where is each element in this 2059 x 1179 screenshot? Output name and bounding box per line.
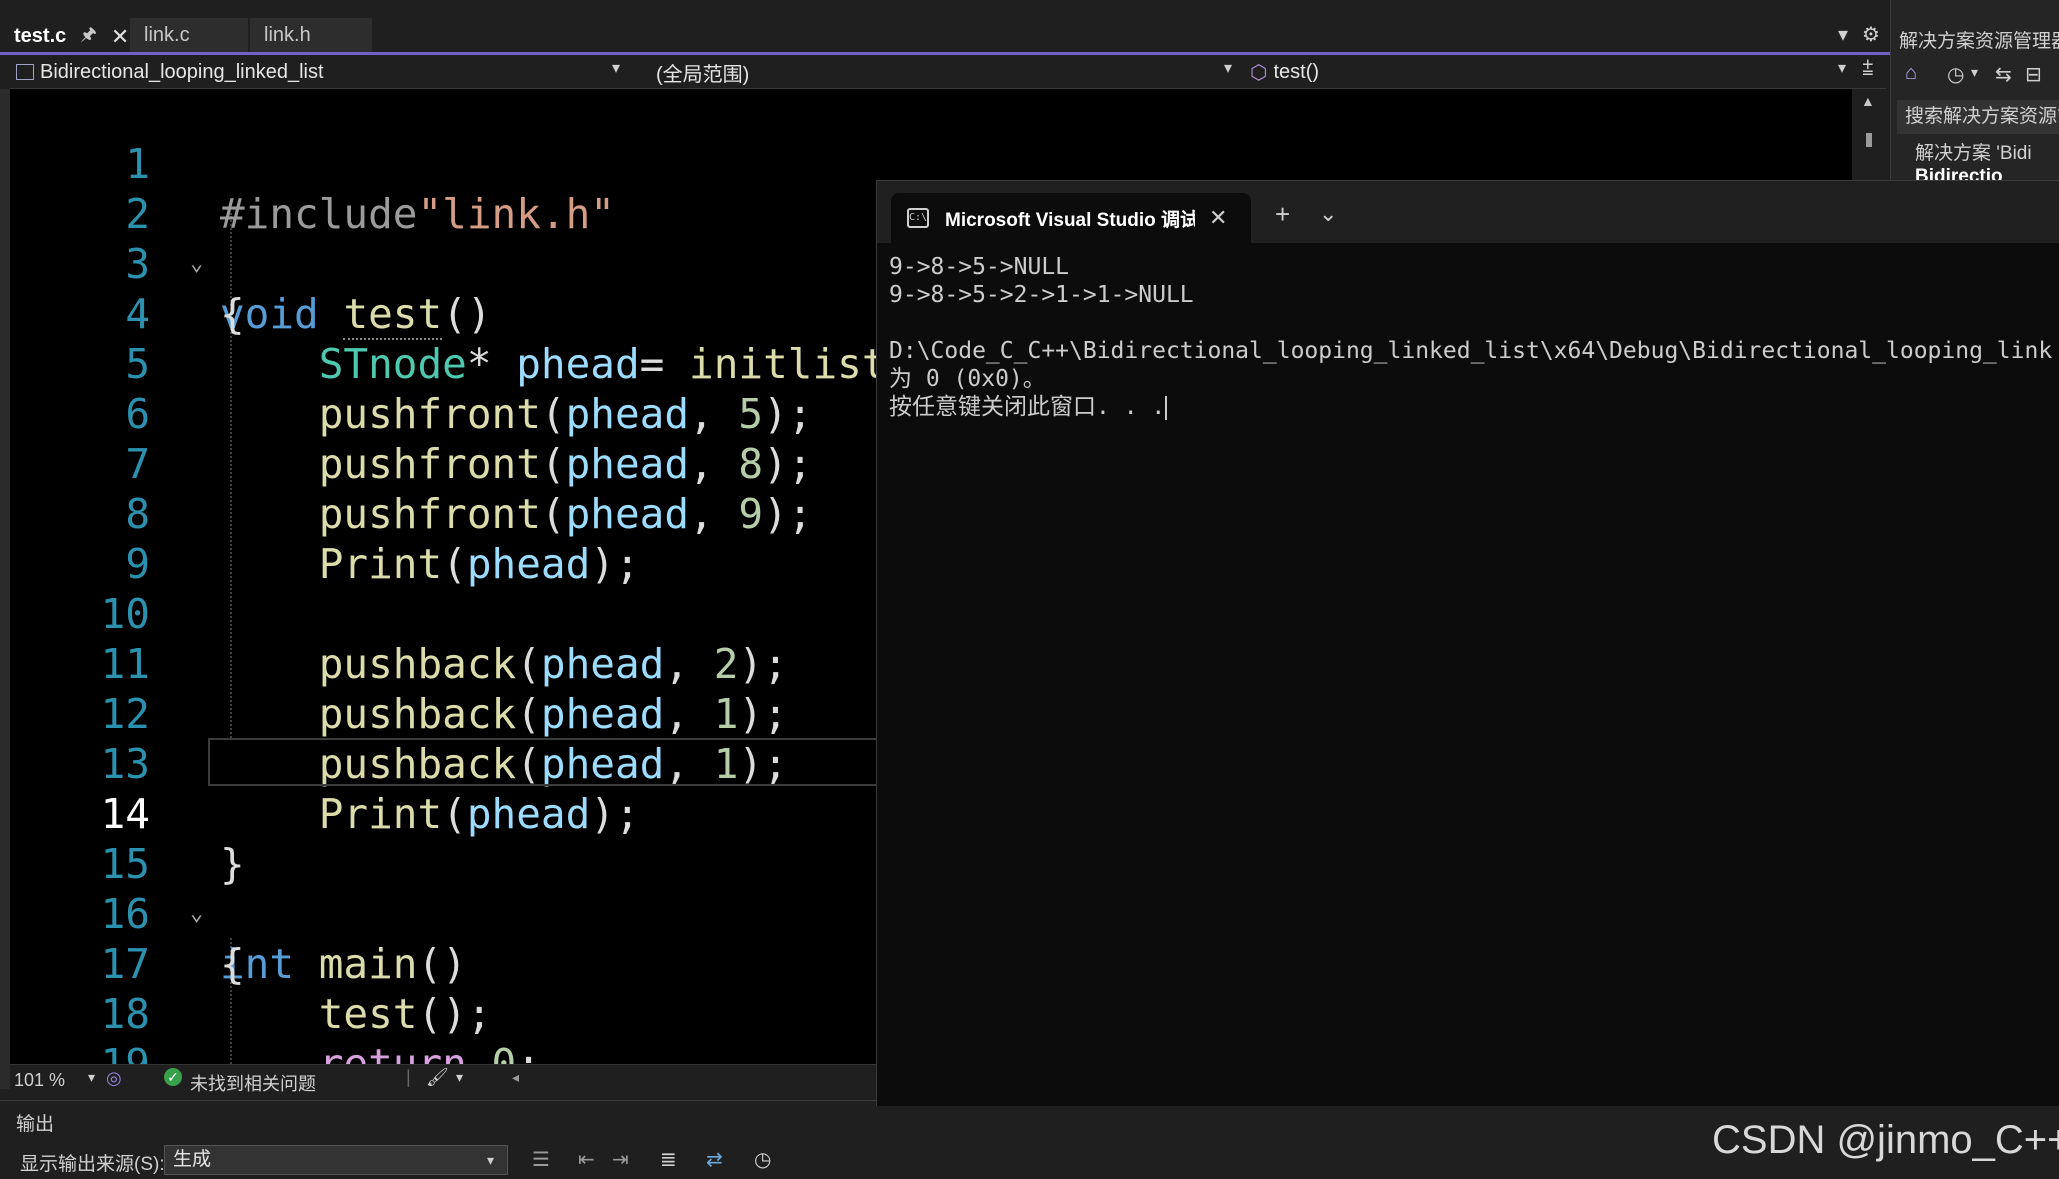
debug-console-window[interactable]: C:\ Microsoft Visual Studio 调试控 ✕ + ⌄ 9-…: [876, 180, 2059, 1106]
tab-link-c[interactable]: link.c: [130, 18, 248, 53]
editor-left-margin: [0, 89, 10, 1089]
code-line: 1 #include"link.h": [10, 89, 1886, 238]
dropdown-icon[interactable]: ▾: [1971, 64, 1978, 81]
console-tab[interactable]: C:\ Microsoft Visual Studio 调试控 ✕: [891, 193, 1251, 243]
split-icon[interactable]: ⩲: [1862, 58, 1874, 81]
tab-label: test.c: [14, 25, 67, 47]
line-number: 19: [100, 1040, 150, 1064]
clear-all-icon[interactable]: ≣: [660, 1147, 677, 1172]
code-text: return 0;: [318, 1040, 541, 1064]
tab-list-dropdown-icon[interactable]: ▾: [1838, 22, 1848, 47]
tab-test-c[interactable]: test.c 🖈︎ ✕: [0, 18, 129, 53]
text-cursor: [1165, 395, 1168, 420]
dropdown-icon: ▾: [1838, 60, 1847, 77]
prev-message-icon[interactable]: ⇤: [578, 1147, 595, 1172]
project-icon: [16, 64, 34, 80]
search-placeholder: 搜索解决方案资源管: [1905, 106, 2059, 127]
solution-search-input[interactable]: 搜索解决方案资源管: [1897, 100, 2059, 134]
sync-icon[interactable]: ⇆: [1995, 62, 2012, 87]
output-source-label: 显示输出来源(S):: [20, 1154, 165, 1175]
wrap-icon[interactable]: ⇄: [706, 1147, 723, 1172]
navigation-bar: Bidirectional_looping_linked_list ▾ (全局范…: [10, 56, 1886, 89]
scope-name: (全局范围): [656, 63, 750, 86]
gear-icon[interactable]: ⚙: [1862, 22, 1880, 47]
terminal-icon: C:\: [907, 208, 929, 228]
tab-link-h[interactable]: link.h: [250, 18, 372, 53]
document-tab-strip: test.c 🖈︎ ✕ link.c link.h ▾ ⚙: [0, 0, 1890, 53]
scroll-thumb[interactable]: [1866, 133, 1872, 147]
console-line: 为 0 (0x0)。: [889, 366, 1046, 392]
project-name: Bidirectional_looping_linked_list: [40, 60, 324, 83]
brush-icon[interactable]: 🖌︎: [426, 1067, 449, 1088]
console-title: Microsoft Visual Studio 调试控: [945, 209, 1195, 231]
next-message-icon[interactable]: ⇥: [612, 1147, 629, 1172]
close-icon[interactable]: ✕: [1209, 205, 1227, 231]
goto-error-icon[interactable]: ☰: [532, 1147, 550, 1172]
close-icon[interactable]: ✕: [111, 24, 129, 50]
clock-icon[interactable]: ◷: [754, 1147, 771, 1172]
add-tab-icon[interactable]: +: [1275, 199, 1290, 230]
solution-explorer: 解决方案资源管理器 ⌂ ◷ ▾ ⇆ ⊟ 搜索解决方案资源管 解决方案 'Bidi…: [1890, 0, 2059, 190]
console-prompt-line: 按任意键关闭此窗口. . .: [889, 393, 2052, 421]
console-line: D:\Code_C_C++\Bidirectional_looping_link…: [889, 338, 2053, 364]
output-source-select[interactable]: 生成 ▾: [164, 1145, 508, 1175]
scope-dropdown[interactable]: (全局范围) ▾: [656, 56, 1241, 88]
tab-strip-accent-line: [0, 52, 1890, 55]
member-name: test(): [1273, 60, 1320, 83]
divider: |: [406, 1067, 411, 1087]
member-icon: ⬡: [1250, 61, 1268, 84]
solution-explorer-title: 解决方案资源管理器: [1899, 31, 2059, 52]
console-line: 按任意键关闭此窗口. . .: [889, 394, 1166, 420]
dropdown-icon[interactable]: ▾: [88, 1069, 95, 1086]
copilot-icon[interactable]: ◎: [106, 1068, 122, 1089]
console-line: 9->8->5->2->1->1->NULL: [889, 282, 1194, 308]
dropdown-icon: ▾: [612, 60, 621, 77]
project-dropdown[interactable]: Bidirectional_looping_linked_list ▾: [16, 56, 626, 88]
member-dropdown[interactable]: ⬡ test() ▾: [1250, 56, 1862, 88]
output-source-value: 生成: [173, 1149, 212, 1170]
check-circle-icon: ✓: [164, 1068, 182, 1086]
watermark: CSDN @jinmo_C++: [1712, 1118, 2059, 1162]
dropdown-icon: ▾: [1224, 60, 1233, 77]
tab-label: link.c: [144, 24, 190, 46]
scroll-up-icon[interactable]: ▲: [1861, 93, 1875, 109]
dropdown-icon: ▾: [487, 1152, 495, 1168]
console-line: 9->8->5->NULL: [889, 254, 1070, 280]
chevron-down-icon[interactable]: ⌄: [1319, 201, 1337, 227]
issues-status[interactable]: 未找到相关问题: [190, 1070, 316, 1096]
dropdown-icon[interactable]: ▾: [456, 1069, 463, 1086]
solution-node[interactable]: 解决方案 'Bidi: [1915, 138, 2032, 165]
console-output: 9->8->5->NULL9->8->5->2->1->1->NULL​D:\C…: [889, 253, 2052, 421]
tab-label: link.h: [264, 24, 311, 46]
history-icon[interactable]: ◷: [1947, 62, 1964, 87]
scroll-left-icon[interactable]: ◂: [512, 1069, 519, 1086]
pin-icon[interactable]: 🖈︎: [80, 22, 97, 52]
home-icon[interactable]: ⌂: [1905, 62, 1917, 85]
console-line: ​: [889, 309, 2052, 337]
zoom-level[interactable]: 101 %: [14, 1070, 65, 1091]
output-title: 输出: [16, 1114, 55, 1135]
console-titlebar: C:\ Microsoft Visual Studio 调试控 ✕ + ⌄: [877, 181, 2059, 243]
collapse-icon[interactable]: ⊟: [2025, 62, 2042, 87]
